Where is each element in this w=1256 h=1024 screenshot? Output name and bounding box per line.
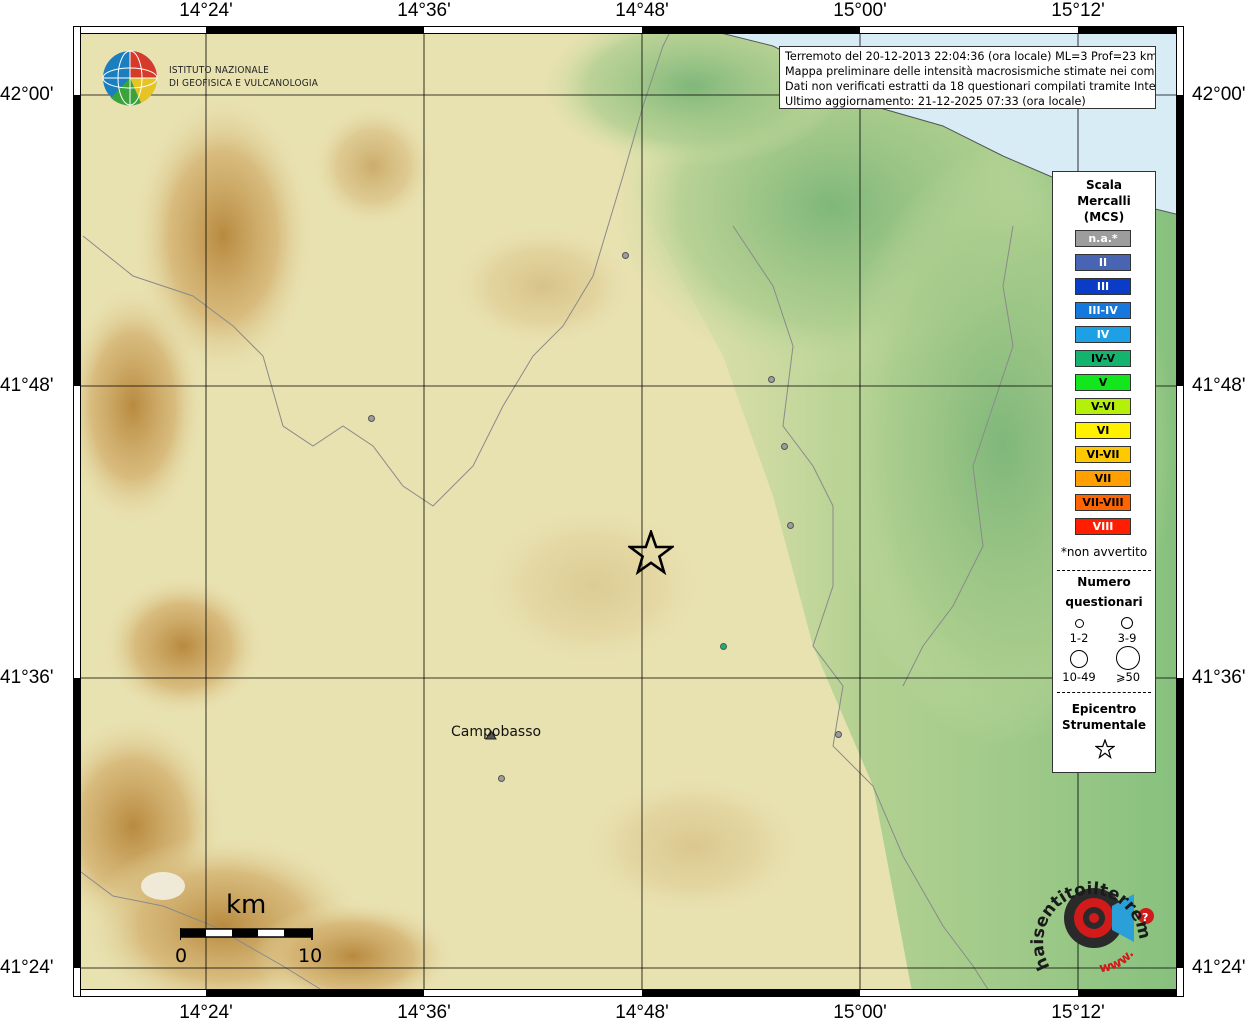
map-frame-segment [642,989,860,997]
institute-name-line1: ISTITUTO NAZIONALE [169,65,269,76]
count-label: 10-49 [1062,670,1096,684]
lon-label-top: 14°24' [179,0,233,21]
count-label: ⩾50 [1115,670,1141,684]
count-circle-medium [1121,617,1133,629]
lon-label-top: 15°12' [1051,0,1105,21]
globe-icon [102,50,158,106]
map-frame-segment [1078,989,1184,997]
map-frame-segment [73,678,81,968]
event-info-line: Terremoto del 20-12-2013 22:04:36 (ora l… [785,50,1156,63]
legend-swatch: IV [1075,326,1131,343]
legend-count-title: questionari [1065,595,1143,609]
site-logo-www: www. [1098,947,1137,977]
lat-label-left: 41°48' [0,375,54,396]
map-frame-segment [642,26,860,34]
institute-name-line2: DI GEOFISICA E VULCANOLOGIA [169,78,319,89]
legend-count-title: Numero [1077,575,1131,589]
count-circle-small [1075,619,1084,628]
lat-label-right: 41°24' [1192,957,1246,978]
legend-swatch: VIII [1075,518,1131,535]
legend-title-line: Mercalli [1077,194,1131,208]
scale-bar-end: 10 [298,945,323,967]
survey-point[interactable] [834,730,842,738]
svg-text:www.: www. [1098,947,1137,977]
lon-label-bottom: 15°12' [1051,1002,1105,1023]
map-frame-segment [73,95,81,386]
legend-note: *non avvertito [1060,545,1148,559]
lat-label-right: 41°36' [1192,667,1246,688]
legend-swatch: V [1075,374,1131,391]
lon-label-top: 14°36' [397,0,451,21]
event-info-box: Terremoto del 20-12-2013 22:04:36 (ora l… [779,46,1156,109]
star-icon [1095,739,1115,759]
legend-swatch: VII-VIII [1075,494,1131,511]
map-frame-segment [1176,95,1184,386]
survey-point[interactable] [767,375,775,383]
lon-label-top: 14°48' [615,0,669,21]
lat-label-right: 42°00' [1192,84,1246,105]
legend-swatch: VII [1075,470,1131,487]
survey-point[interactable] [497,774,505,782]
lat-label-left: 41°36' [0,667,54,688]
event-info-line: Dati non verificati estratti da 18 quest… [785,80,1156,93]
lon-label-bottom: 14°24' [179,1002,233,1023]
city-label: Campobasso [451,724,542,740]
terrain-layer [73,26,1184,997]
map-frame-segment [206,989,424,997]
scale-bar-start: 0 [175,945,188,967]
legend-swatch: VI-VII [1075,446,1131,463]
count-circle-large [1070,650,1088,668]
mcs-legend: Scala Mercalli (MCS) n.a.* II III III-IV IV I… [1052,171,1156,773]
count-label: 3-9 [1117,631,1137,645]
legend-swatch: n.a.* [1075,230,1131,247]
legend-swatch: III [1075,278,1131,295]
survey-point[interactable] [719,642,727,650]
legend-swatch: VI [1075,422,1131,439]
legend-epicenter-title: Epicentro [1071,702,1137,716]
map-canvas[interactable] [73,26,1184,997]
legend-swatch: V-VI [1075,398,1131,415]
legend-swatch: II [1075,254,1131,271]
legend-title-line: (MCS) [1083,210,1125,224]
map-frame-segment [206,26,424,34]
institute-logo-text: ISTITUTO NAZIONALE DI GEOFISICA E VULCAN… [169,64,318,90]
legend-divider [1057,692,1151,693]
legend-title-line: Scala [1085,178,1123,192]
site-logo: ? haisentitoilterremoto.it www. [1030,862,1154,977]
survey-point[interactable] [621,251,629,259]
legend-divider [1057,570,1151,571]
scale-bar [180,928,313,940]
legend-swatch: III-IV [1075,302,1131,319]
survey-point[interactable] [367,414,375,422]
lat-label-left: 42°00' [0,84,54,105]
legend-epicenter-title: Strumentale [1061,718,1147,732]
legend-swatch: IV-V [1075,350,1131,367]
scale-bar-unit: km [226,890,267,920]
count-circle-xlarge [1116,646,1140,670]
lat-label-left: 41°24' [0,957,54,978]
lon-label-bottom: 14°36' [397,1002,451,1023]
map-frame-segment [1176,678,1184,968]
event-info-line: Mappa preliminare delle intensità macros… [785,65,1156,78]
event-info-line: Ultimo aggiornamento: 21-12-2025 07:33 (… [785,95,1086,108]
lon-label-bottom: 14°48' [615,1002,669,1023]
survey-point[interactable] [786,521,794,529]
map-frame-segment [1078,26,1184,34]
epicenter-star-icon[interactable] [628,530,674,576]
lon-label-top: 15°00' [833,0,887,21]
count-label: 1-2 [1069,631,1089,645]
survey-point[interactable] [780,442,788,450]
lon-label-bottom: 15°00' [833,1002,887,1023]
lat-label-right: 41°48' [1192,375,1246,396]
